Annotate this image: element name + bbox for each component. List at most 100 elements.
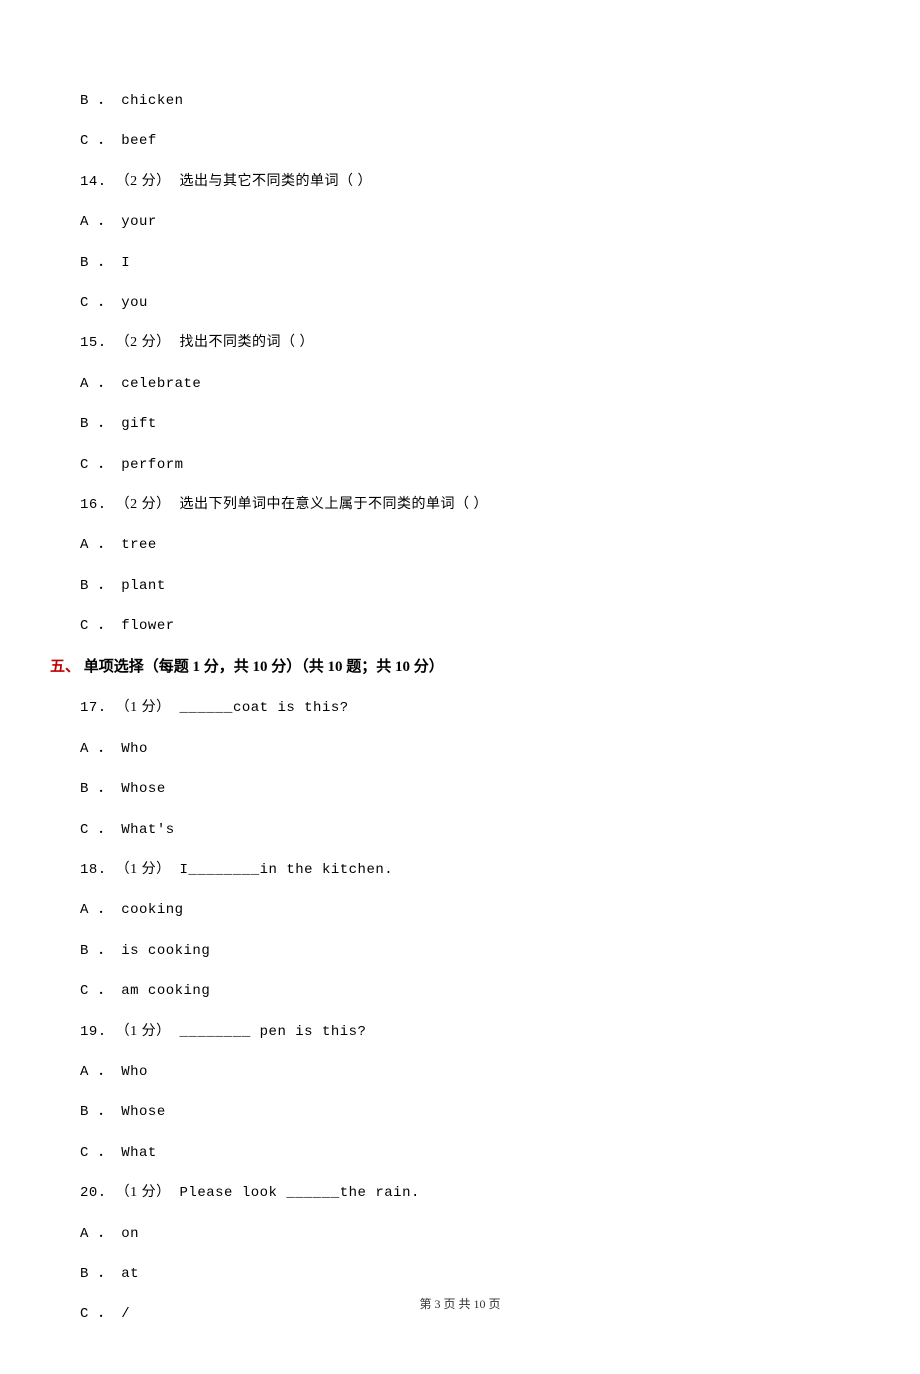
- option-row: A ． Who: [80, 738, 840, 760]
- question-text: 选出下列单词中在意义上属于不同类的单词（ ）: [180, 497, 489, 512]
- option-value: What's: [121, 822, 174, 838]
- option-label: C ．: [80, 295, 112, 311]
- option-row: C ． you: [80, 292, 840, 314]
- option-label: C ．: [80, 822, 112, 838]
- question-score: （1 分）: [116, 1024, 171, 1039]
- option-label: B ．: [80, 943, 112, 959]
- option-row: A ． tree: [80, 534, 840, 556]
- page-footer: 第 3 页 共 10 页: [0, 1295, 920, 1314]
- page-content: B ． chicken C ． beef 14. （2 分） 选出与其它不同类的…: [0, 0, 920, 1374]
- option-value: Whose: [121, 1104, 166, 1120]
- option-value: your: [121, 214, 157, 230]
- question-text: I________in the kitchen.: [180, 862, 394, 878]
- option-row: A ． your: [80, 211, 840, 233]
- page-number: 第 3 页 共 10 页: [419, 1297, 500, 1311]
- option-label: A ．: [80, 1226, 112, 1242]
- option-row: C ． What's: [80, 819, 840, 841]
- option-label: B ．: [80, 781, 112, 797]
- question-number: 17.: [80, 700, 107, 716]
- option-value: you: [121, 295, 148, 311]
- option-row: B ． chicken: [80, 90, 840, 112]
- option-value: is cooking: [121, 943, 210, 959]
- option-row: B ． I: [80, 252, 840, 274]
- question-number: 20.: [80, 1185, 107, 1201]
- option-value: flower: [121, 618, 174, 634]
- question-20: 20. （1 分） Please look ______the rain.: [80, 1182, 840, 1204]
- option-label: C ．: [80, 1145, 112, 1161]
- question-17: 17. （1 分） ______coat is this?: [80, 697, 840, 719]
- option-row: C ． flower: [80, 615, 840, 637]
- section-title: 单项选择（每题 1 分，共 10 分）（共 10 题；共 10 分）: [80, 659, 444, 675]
- option-label: A ．: [80, 1064, 112, 1080]
- question-score: （1 分）: [116, 862, 171, 877]
- question-14: 14. （2 分） 选出与其它不同类的单词（ ）: [80, 171, 840, 193]
- question-score: （2 分）: [116, 497, 171, 512]
- option-value: chicken: [121, 93, 183, 109]
- option-row: A ． cooking: [80, 899, 840, 921]
- option-value: Whose: [121, 781, 166, 797]
- section-5-header: 五、 单项选择（每题 1 分，共 10 分）（共 10 题；共 10 分）: [50, 655, 840, 679]
- option-value: on: [121, 1226, 139, 1242]
- option-value: gift: [121, 416, 157, 432]
- question-score: （2 分）: [116, 174, 171, 189]
- section-number: 五、: [50, 659, 80, 675]
- option-row: B ． Whose: [80, 778, 840, 800]
- option-label: B ．: [80, 93, 112, 109]
- question-number: 18.: [80, 862, 107, 878]
- question-text: ______coat is this?: [180, 700, 349, 716]
- option-value: at: [121, 1266, 139, 1282]
- option-row: C ． am cooking: [80, 980, 840, 1002]
- question-text: Please look ______the rain.: [180, 1185, 420, 1201]
- option-row: C ． What: [80, 1142, 840, 1164]
- option-label: B ．: [80, 1104, 112, 1120]
- question-score: （2 分）: [116, 335, 171, 350]
- option-row: B ． at: [80, 1263, 840, 1285]
- question-19: 19. （1 分） ________ pen is this?: [80, 1021, 840, 1043]
- option-value: celebrate: [121, 376, 201, 392]
- question-text: 选出与其它不同类的单词（ ）: [180, 174, 373, 189]
- option-label: B ．: [80, 416, 112, 432]
- option-value: beef: [121, 133, 157, 149]
- option-label: B ．: [80, 1266, 112, 1282]
- option-row: C ． perform: [80, 454, 840, 476]
- option-value: Who: [121, 741, 148, 757]
- option-row: C ． beef: [80, 130, 840, 152]
- option-row: B ． plant: [80, 575, 840, 597]
- question-score: （1 分）: [116, 1185, 171, 1200]
- question-15: 15. （2 分） 找出不同类的词（ ）: [80, 332, 840, 354]
- option-label: B ．: [80, 578, 112, 594]
- option-value: Who: [121, 1064, 148, 1080]
- option-label: A ．: [80, 902, 112, 918]
- question-number: 19.: [80, 1024, 107, 1040]
- option-label: A ．: [80, 741, 112, 757]
- option-row: B ． is cooking: [80, 940, 840, 962]
- question-16: 16. （2 分） 选出下列单词中在意义上属于不同类的单词（ ）: [80, 494, 840, 516]
- option-label: C ．: [80, 983, 112, 999]
- option-label: C ．: [80, 457, 112, 473]
- option-row: A ． celebrate: [80, 373, 840, 395]
- question-number: 16.: [80, 497, 107, 513]
- option-row: A ． on: [80, 1223, 840, 1245]
- option-value: What: [121, 1145, 157, 1161]
- question-text: 找出不同类的词（ ）: [180, 335, 315, 350]
- question-score: （1 分）: [116, 700, 171, 715]
- option-value: am cooking: [121, 983, 210, 999]
- option-label: C ．: [80, 133, 112, 149]
- option-label: A ．: [80, 376, 112, 392]
- option-label: C ．: [80, 618, 112, 634]
- option-row: B ． gift: [80, 413, 840, 435]
- option-row: A ． Who: [80, 1061, 840, 1083]
- question-18: 18. （1 分） I________in the kitchen.: [80, 859, 840, 881]
- question-number: 14.: [80, 174, 107, 190]
- option-value: plant: [121, 578, 166, 594]
- option-label: A ．: [80, 537, 112, 553]
- option-value: cooking: [121, 902, 183, 918]
- question-number: 15.: [80, 335, 107, 351]
- option-label: A ．: [80, 214, 112, 230]
- question-text: ________ pen is this?: [180, 1024, 367, 1040]
- option-value: tree: [121, 537, 157, 553]
- option-value: perform: [121, 457, 183, 473]
- option-row: B ． Whose: [80, 1101, 840, 1123]
- option-value: I: [121, 255, 130, 271]
- option-label: B ．: [80, 255, 112, 271]
